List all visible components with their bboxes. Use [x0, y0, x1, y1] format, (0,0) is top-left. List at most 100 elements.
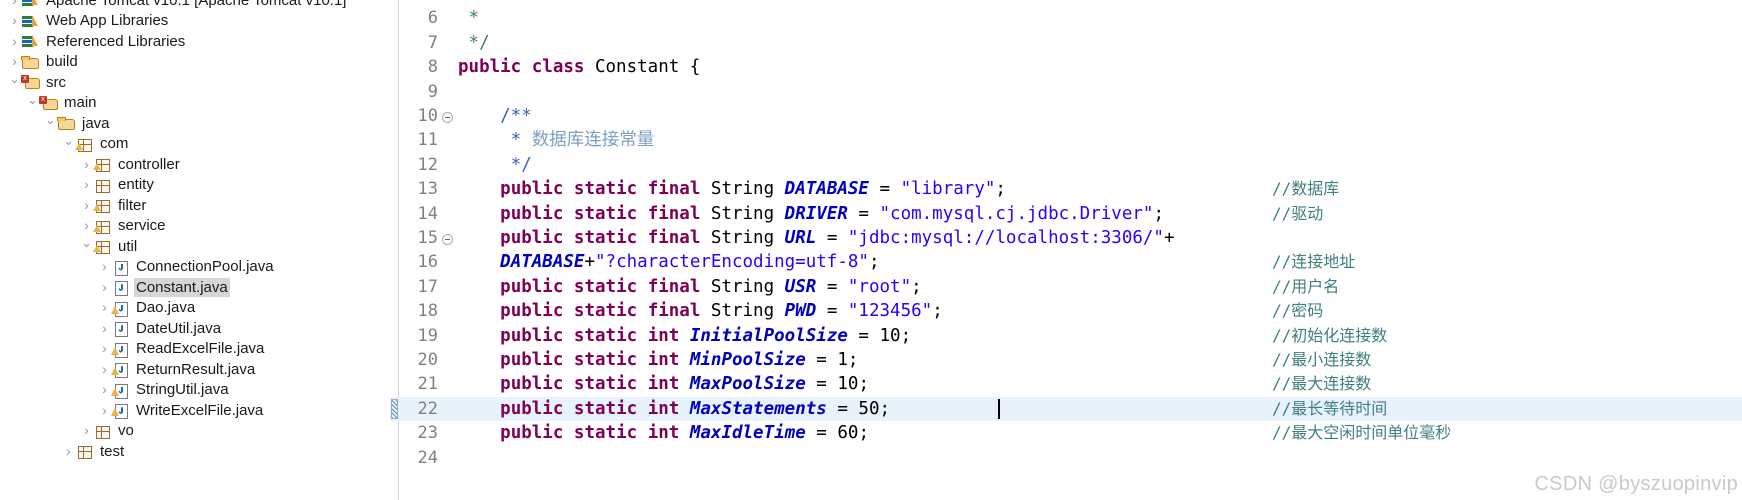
tree-item-entity[interactable]: entity: [80, 175, 156, 196]
tree-item-returnresult-java[interactable]: ReturnResult.java: [98, 359, 257, 380]
line-number: 18: [417, 301, 438, 322]
chevron-right-icon[interactable]: [80, 423, 93, 438]
tree-item-connectionpool-java[interactable]: ConnectionPool.java: [98, 257, 276, 278]
tree-item-apache-tomcat-v10-1-apache-tomcat-v10-1[interactable]: Apache Tomcat v10.1 [Apache Tomcat v10.1…: [8, 0, 348, 11]
chevron-right-icon[interactable]: [8, 34, 21, 49]
line-number: 7: [427, 32, 438, 53]
java-file-warning-icon: [111, 402, 130, 420]
tree-item-referenced-libraries[interactable]: Referenced Libraries: [8, 31, 187, 52]
tree-item-label: main: [64, 94, 97, 112]
line-number: 6: [427, 8, 438, 29]
fold-collapse-icon[interactable]: [442, 226, 456, 250]
token-op: =: [816, 228, 848, 248]
code-line-12[interactable]: 12 */: [390, 153, 1742, 177]
chevron-right-icon[interactable]: [98, 362, 111, 377]
tree-item-build[interactable]: build: [8, 52, 80, 73]
warning-badge-icon: [111, 408, 119, 417]
chevron-right-icon[interactable]: [98, 300, 111, 315]
package-icon: [93, 177, 112, 193]
tree-item-stringutil-java[interactable]: StringUtil.java: [98, 380, 231, 401]
code-line-6[interactable]: 6 *: [390, 6, 1742, 30]
chevron-right-icon[interactable]: [8, 13, 21, 28]
code-text: public static int MaxIdleTime = 60;: [458, 421, 869, 445]
tree-item-controller[interactable]: controller: [80, 154, 182, 175]
chevron-down-icon[interactable]: [80, 239, 93, 253]
chevron-right-icon[interactable]: [80, 218, 93, 233]
tree-item-test[interactable]: test: [62, 441, 126, 462]
token-kw: static: [573, 179, 638, 200]
tree-item-dao-java[interactable]: Dao.java: [98, 298, 197, 319]
code-line-15[interactable]: 15 public static final String URL = "jdb…: [390, 226, 1742, 250]
chevron-right-icon[interactable]: [98, 403, 111, 418]
line-number: 9: [427, 81, 438, 102]
tree-item-main[interactable]: main: [26, 93, 99, 114]
chevron-right-icon[interactable]: [98, 259, 111, 274]
tree-item-vo[interactable]: vo: [80, 421, 136, 442]
tree-item-src[interactable]: src: [8, 72, 68, 93]
token-field: DRIVER: [784, 203, 848, 224]
tree-item-dateutil-java[interactable]: DateUtil.java: [98, 318, 223, 339]
editor-code-area[interactable]: 5 * 6 *7 */8public class Constant {910 /…: [390, 0, 1742, 500]
code-line-19[interactable]: 19 public static int InitialPoolSize = 1…: [390, 324, 1742, 348]
chevron-right-icon[interactable]: [8, 54, 21, 69]
trailing-comment: //最大连接数: [1272, 374, 1372, 394]
fold-collapse-icon[interactable]: [442, 104, 456, 128]
chevron-down-icon[interactable]: [62, 137, 75, 151]
tree-item-label: DateUtil.java: [136, 319, 222, 337]
tree-item-readexcelfile-java[interactable]: ReadExcelFile.java: [98, 339, 266, 360]
trailing-comment: //最大空闲时间单位毫秒: [1272, 423, 1452, 443]
code-line-21[interactable]: 21 public static int MaxPoolSize = 10; //…: [390, 372, 1742, 396]
code-line-13[interactable]: 13 public static final String DATABASE =…: [390, 177, 1742, 201]
token-op: =: [805, 423, 838, 444]
code-line-9[interactable]: 9: [390, 80, 1742, 104]
tree-item-service[interactable]: service: [80, 216, 168, 237]
token-type: String: [700, 301, 785, 322]
tree-item-writeexcelfile-java[interactable]: WriteExcelFile.java: [98, 400, 265, 421]
chevron-down-icon[interactable]: [8, 75, 21, 89]
tree-item-constant-java[interactable]: Constant.java: [98, 277, 230, 298]
chevron-right-icon[interactable]: [62, 444, 75, 459]
tree-item-com[interactable]: com: [62, 134, 130, 155]
java-code-editor[interactable]: 5 * 6 *7 */8public class Constant {910 /…: [390, 0, 1742, 500]
code-line-8[interactable]: 8 public class Constant {: [390, 55, 1742, 79]
code-line-14[interactable]: 14 public static final String DRIVER = "…: [390, 202, 1742, 226]
chevron-right-icon[interactable]: [98, 280, 111, 295]
chevron-down-icon[interactable]: [44, 116, 57, 130]
token-kw: static: [573, 374, 638, 395]
tree-item-util[interactable]: util: [80, 236, 139, 257]
token-kw: final: [647, 179, 701, 200]
trailing-comment: //用户名: [1272, 276, 1340, 296]
package-warning-icon: [75, 136, 94, 152]
code-line-11[interactable]: 11 * 数据库连接常量: [390, 128, 1742, 152]
code-line-7[interactable]: 7 */: [390, 31, 1742, 55]
package-explorer-tree[interactable]: Apache Tomcat v10.1 [Apache Tomcat v10.1…: [0, 0, 390, 500]
line-number: 10: [417, 106, 438, 126]
code-line-17[interactable]: 17 public static final String USR = "roo…: [390, 275, 1742, 299]
code-line-20[interactable]: 20 public static int MinPoolSize = 1; //最…: [390, 348, 1742, 372]
chevron-right-icon[interactable]: [80, 198, 93, 213]
code-line-22[interactable]: 22 public static int MaxStatements = 50;…: [390, 396, 1742, 422]
chevron-down-icon[interactable]: [26, 96, 39, 110]
java-file-icon: [111, 320, 130, 338]
chevron-right-icon[interactable]: [80, 177, 93, 192]
token-plain: Constant {: [584, 57, 701, 78]
chevron-right-icon[interactable]: [80, 157, 93, 172]
code-line-24[interactable]: 24: [390, 446, 1742, 470]
tree-item-java[interactable]: java: [44, 113, 112, 134]
code-line-10[interactable]: 10 /**: [390, 104, 1742, 128]
tree-item-label: java: [82, 114, 110, 132]
chevron-right-icon[interactable]: [8, 0, 21, 8]
code-line-18[interactable]: 18 public static final String PWD = "123…: [390, 299, 1742, 323]
code-line-23[interactable]: 23 public static int MaxIdleTime = 60; //…: [390, 421, 1742, 445]
chevron-right-icon[interactable]: [98, 341, 111, 356]
tree-item-web-app-libraries[interactable]: Web App Libraries: [8, 11, 170, 32]
code-text: *: [458, 6, 480, 30]
code-line-16[interactable]: 16 DATABASE+"?characterEncoding=utf-8"; /…: [390, 250, 1742, 274]
chevron-right-icon[interactable]: [98, 382, 111, 397]
tree-item-filter[interactable]: filter: [80, 195, 148, 216]
chevron-right-icon[interactable]: [98, 321, 111, 336]
